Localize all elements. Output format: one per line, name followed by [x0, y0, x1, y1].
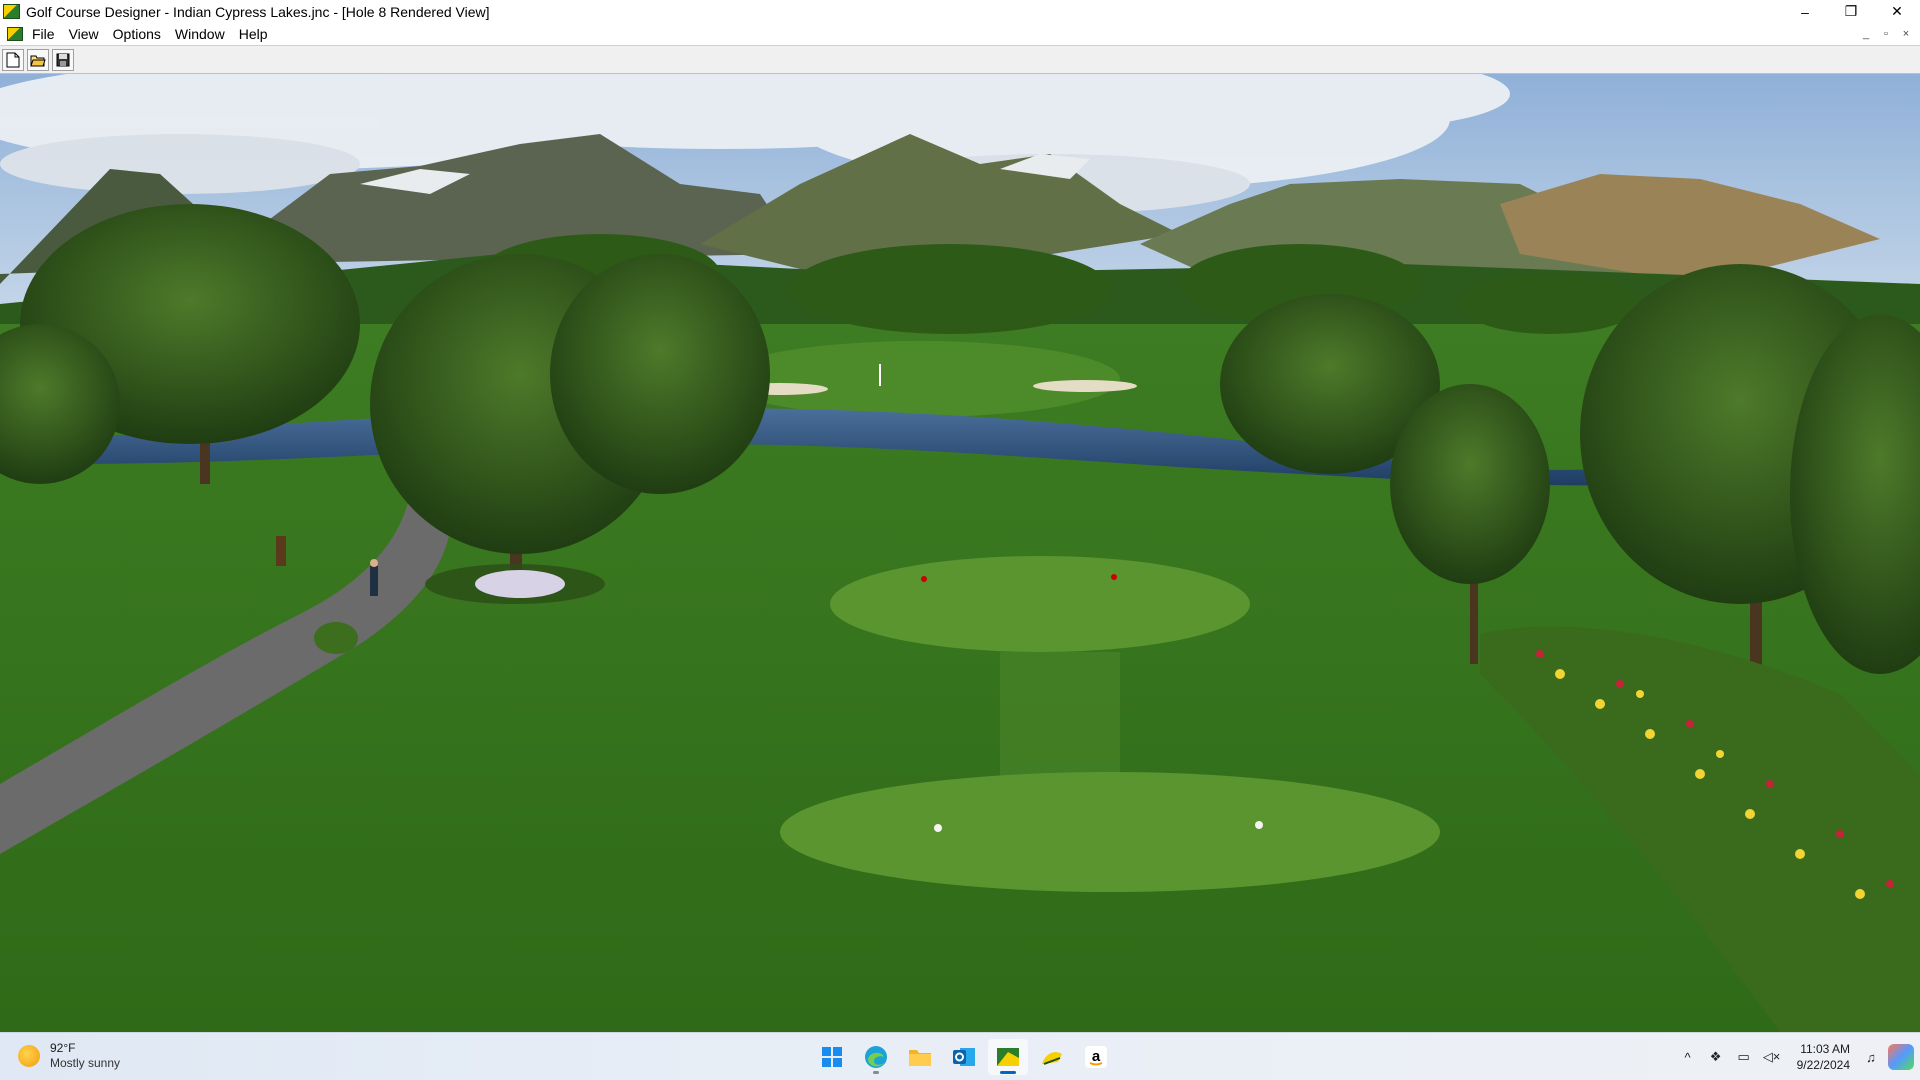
- window-controls: – ❐ ✕: [1782, 0, 1920, 23]
- red-tee-marker-right: [1111, 574, 1117, 580]
- minimize-button[interactable]: –: [1782, 0, 1828, 23]
- volume-muted-icon[interactable]: ◁×: [1761, 1046, 1783, 1068]
- weather-temperature: 92°F: [50, 1041, 76, 1055]
- golf-app-button[interactable]: [1032, 1039, 1072, 1075]
- menu-bar: File View Options Window Help _ ▫ ×: [0, 23, 1920, 45]
- svg-text:a: a: [1092, 1048, 1101, 1065]
- windows-start-icon: [822, 1047, 842, 1067]
- white-tee-marker-left: [934, 824, 942, 832]
- dropbox-icon[interactable]: ❖: [1705, 1046, 1727, 1068]
- mdi-minimize-button[interactable]: _: [1856, 28, 1876, 40]
- mdi-controls: _ ▫ ×: [1856, 23, 1916, 45]
- file-explorer-icon: [909, 1050, 931, 1066]
- clock-date: 9/22/2024: [1796, 1058, 1850, 1072]
- restore-button[interactable]: ❐: [1828, 0, 1874, 23]
- golf-course-designer-icon: [997, 1048, 1019, 1066]
- document-icon[interactable]: [7, 27, 23, 41]
- title-bar: Golf Course Designer - Indian Cypress La…: [0, 0, 1920, 23]
- outlook-button[interactable]: [944, 1039, 984, 1075]
- menu-view[interactable]: View: [68, 26, 107, 42]
- tee-connector: [1000, 652, 1120, 792]
- rendered-hole-view[interactable]: [0, 74, 1920, 1032]
- start-button[interactable]: [812, 1039, 852, 1075]
- sun-icon: [18, 1045, 40, 1067]
- copilot-icon[interactable]: [1888, 1044, 1914, 1070]
- mdi-close-button[interactable]: ×: [1896, 28, 1916, 40]
- menu-window[interactable]: Window: [174, 26, 233, 42]
- bunker-right: [1033, 380, 1137, 392]
- weather-widget[interactable]: 92°F Mostly sunny: [18, 1041, 120, 1071]
- save-button[interactable]: [52, 48, 74, 71]
- back-tee-box: [780, 772, 1440, 892]
- open-folder-icon: [30, 55, 46, 66]
- golf-course-designer-button[interactable]: [988, 1039, 1028, 1075]
- edge-button[interactable]: [856, 1039, 896, 1075]
- putting-green: [720, 341, 1120, 417]
- notification-bell-icon[interactable]: ♫: [1860, 1046, 1882, 1068]
- app-running-indicator: [1000, 1071, 1016, 1074]
- golfer-head: [370, 559, 378, 567]
- amazon-icon: a: [1085, 1046, 1107, 1068]
- clock[interactable]: 11:03 AM 9/22/2024: [1797, 1041, 1850, 1073]
- white-tee-marker-right: [1255, 821, 1263, 829]
- close-button[interactable]: ✕: [1874, 0, 1920, 23]
- open-file-button[interactable]: [27, 48, 49, 71]
- outlook-icon: [953, 1048, 975, 1066]
- menu-help[interactable]: Help: [238, 26, 276, 42]
- red-tee-marker-left: [921, 576, 927, 582]
- save-disk-icon: [56, 53, 70, 66]
- app-logo-icon: [3, 4, 20, 19]
- menu-file[interactable]: File: [31, 26, 63, 42]
- shrub: [314, 622, 358, 654]
- edge-browser-icon: [865, 1046, 887, 1068]
- golfer-figure: [370, 566, 378, 596]
- file-explorer-button[interactable]: [900, 1039, 940, 1075]
- app-running-indicator: [873, 1071, 879, 1074]
- menu-options[interactable]: Options: [112, 26, 169, 42]
- window-title: Golf Course Designer - Indian Cypress La…: [26, 3, 490, 20]
- toolbar: [0, 45, 1920, 74]
- new-file-button[interactable]: [2, 48, 24, 71]
- taskbar-apps: a: [812, 1039, 1120, 1075]
- forward-tee-box: [830, 556, 1250, 652]
- network-icon[interactable]: ▭: [1733, 1046, 1755, 1068]
- taskbar: 92°F Mostly sunny a ^ ❖ ▭ ◁× 11:03 AM 9/…: [0, 1032, 1920, 1080]
- golf-app-icon: [1042, 1052, 1062, 1065]
- new-file-icon: [6, 52, 20, 67]
- chevron-up-icon[interactable]: ^: [1677, 1046, 1699, 1068]
- mdi-restore-button[interactable]: ▫: [1876, 28, 1896, 40]
- distance-post: [276, 536, 286, 566]
- clock-time: 11:03 AM: [1800, 1042, 1850, 1056]
- system-tray: ^ ❖ ▭ ◁× 11:03 AM 9/22/2024 ♫: [1677, 1033, 1920, 1080]
- weather-condition: Mostly sunny: [50, 1056, 121, 1070]
- amazon-button[interactable]: a: [1076, 1039, 1116, 1075]
